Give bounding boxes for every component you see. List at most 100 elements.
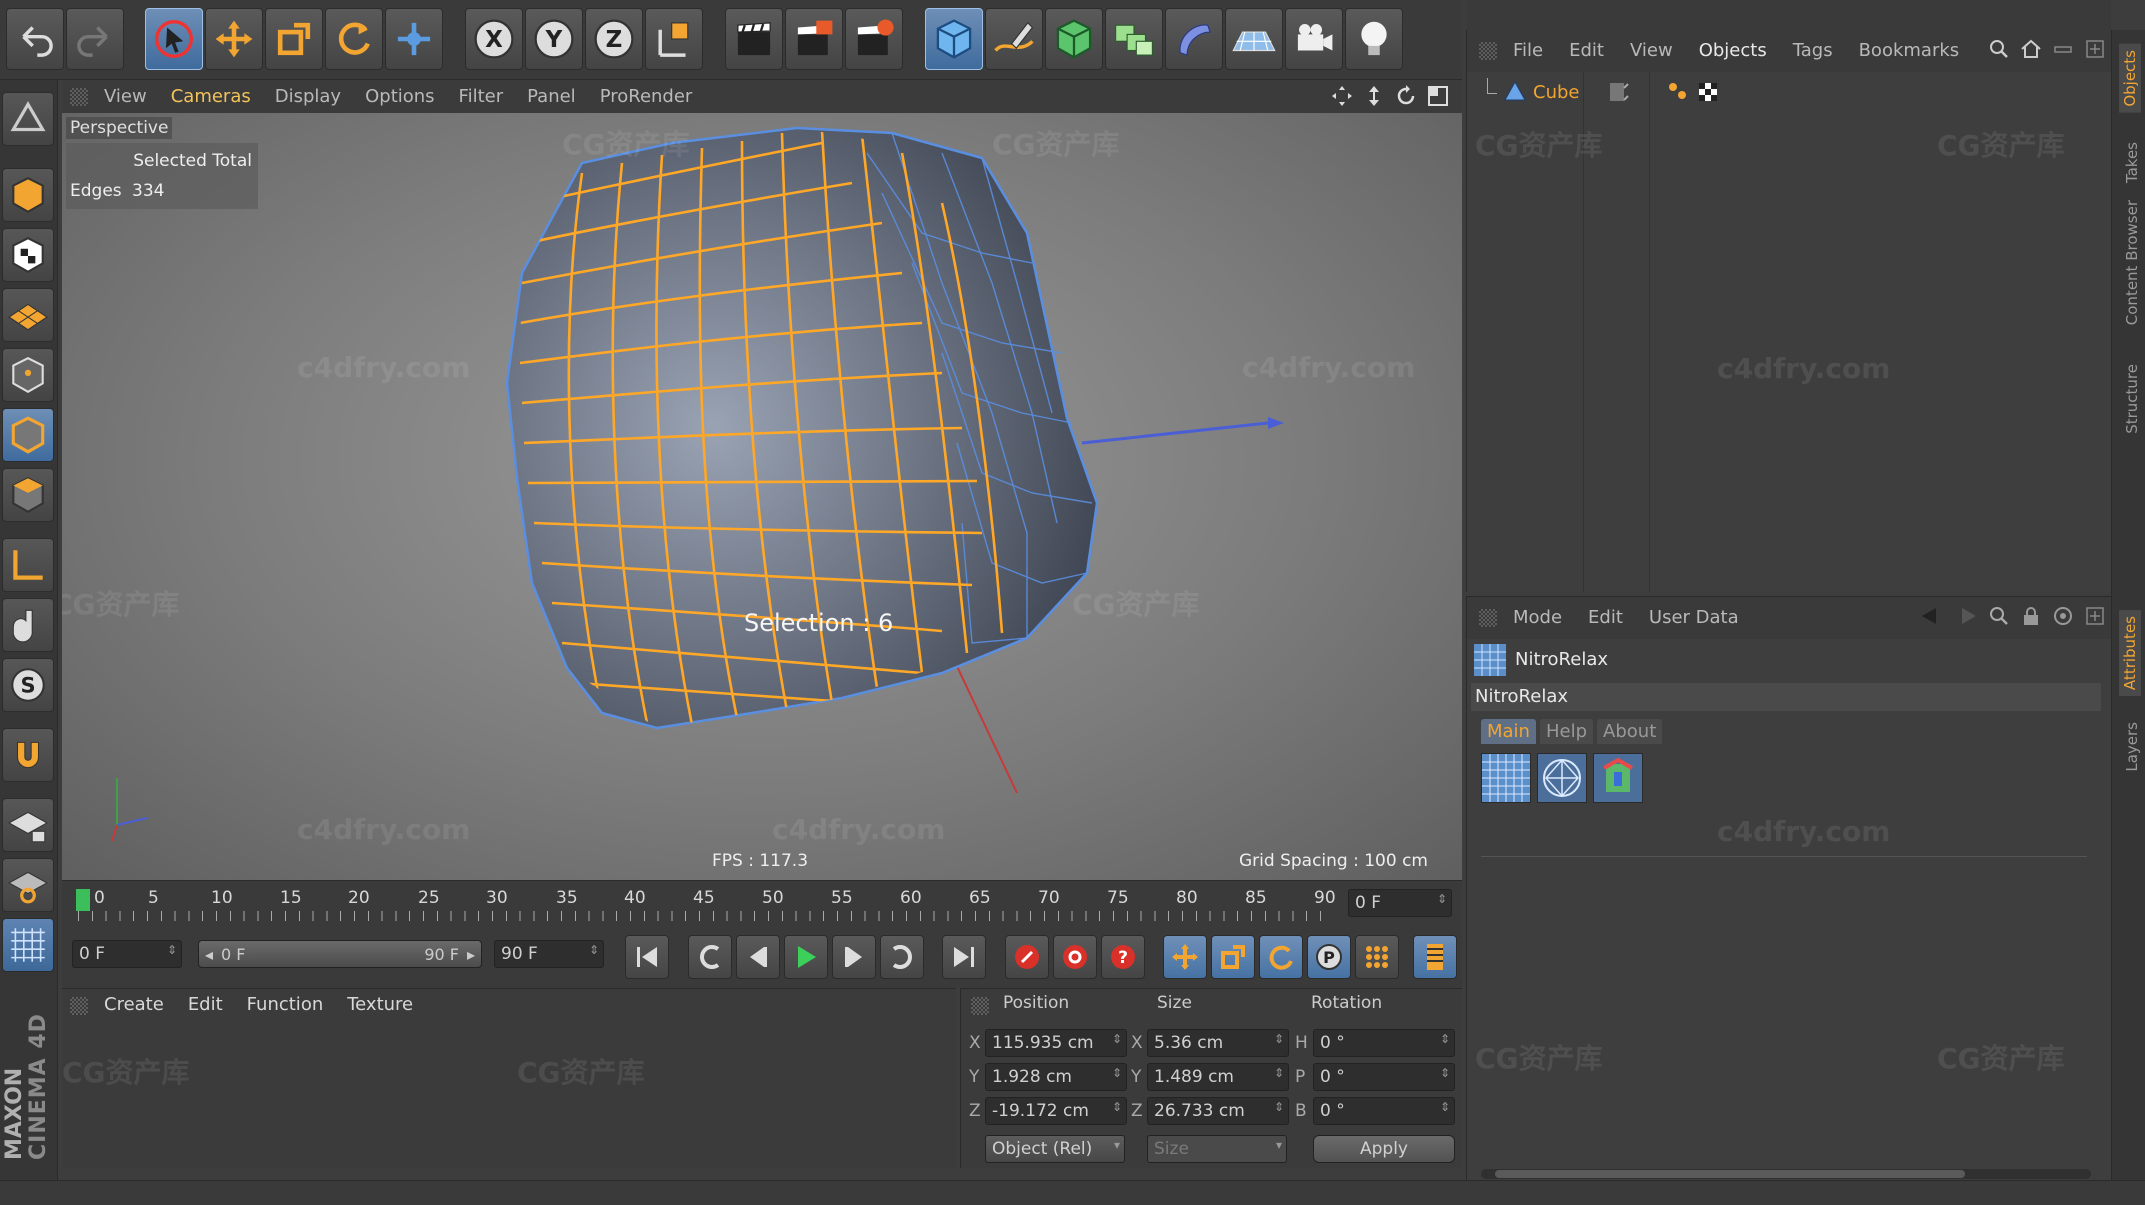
material-menu-create[interactable]: Create [104,994,164,1015]
viewport-menu-filter[interactable]: Filter [459,86,504,107]
workplane-mode-button[interactable] [2,288,54,342]
snap-button[interactable] [2,728,54,782]
key-rotation-button[interactable] [1259,935,1303,979]
record-keys-button[interactable] [1005,935,1049,979]
camera-button[interactable] [1285,8,1343,70]
viewport-menu-options[interactable]: Options [365,86,434,107]
go-to-end-button[interactable] [942,935,986,979]
viewport-canvas[interactable]: Perspective Selected Total Edges 334 Sel… [62,113,1462,880]
points-mode-button[interactable] [2,348,54,402]
pan-icon[interactable] [1330,84,1354,108]
subdivision-surface-button[interactable] [1045,8,1103,70]
objects-menu-tags[interactable]: Tags [1793,40,1833,61]
material-menu-edit[interactable]: Edit [188,994,223,1015]
mesh-object[interactable] [505,126,1099,730]
viewport-menu-panel[interactable]: Panel [527,86,576,107]
uv-grid-button[interactable] [2,918,54,972]
apply-button[interactable]: Apply [1313,1135,1455,1163]
objects-menu-objects[interactable]: Objects [1699,40,1767,61]
expand-panel-icon[interactable] [2084,605,2106,627]
scale-tool-button[interactable] [265,8,323,70]
material-menu-texture[interactable]: Texture [347,994,413,1015]
new-window-icon[interactable] [2052,605,2074,627]
viewport-menu-cameras[interactable]: Cameras [171,86,251,107]
next-keyframe-button[interactable] [880,935,924,979]
object-name[interactable]: Cube [1533,82,1579,103]
dolly-icon[interactable] [1362,84,1386,108]
objects-menu-edit[interactable]: Edit [1569,40,1604,61]
axis-mode-button[interactable] [2,538,54,592]
next-frame-button[interactable] [832,935,876,979]
render-to-picture-viewer-button[interactable] [785,8,843,70]
size-x-field[interactable]: 5.36 cm ⇕ [1147,1029,1289,1057]
relax-uv-button[interactable] [1593,753,1643,803]
deformer-button[interactable] [1165,8,1223,70]
redo-button[interactable] [66,8,124,70]
material-menu-function[interactable]: Function [247,994,324,1015]
move-tool-button[interactable] [205,8,263,70]
lock-icon[interactable] [2020,605,2042,627]
cube-primitive-button[interactable] [925,8,983,70]
current-frame-field[interactable]: 0 F ⇕ [1348,889,1452,917]
edges-mode-button[interactable] [2,408,54,462]
previous-frame-button[interactable] [736,935,780,979]
relax-sphere-button[interactable] [1537,753,1587,803]
attributes-menu-user-data[interactable]: User Data [1649,607,1739,628]
tab-help[interactable]: Help [1539,719,1594,744]
previous-keyframe-button[interactable] [688,935,732,979]
back-arrow-icon[interactable] [1920,605,1944,627]
z-axis-lock-button[interactable]: Z [585,8,643,70]
search-icon[interactable] [1988,38,2010,60]
attributes-menu-mode[interactable]: Mode [1513,607,1562,628]
planar-workplane-button[interactable] [2,858,54,912]
model-mode-button[interactable] [2,168,54,222]
attributes-menu-edit[interactable]: Edit [1588,607,1623,628]
side-tab-layers[interactable]: Layers [2123,722,2141,772]
pos-x-field[interactable]: 115.935 cm ⇕ [985,1029,1127,1057]
size-mode-select[interactable]: Size ▾ [1147,1135,1287,1163]
timeline-window-button[interactable] [1413,935,1457,979]
side-tab-objects[interactable]: Objects [2119,44,2141,113]
objects-menu-view[interactable]: View [1630,40,1673,61]
key-pla-button[interactable] [1355,935,1399,979]
light-button[interactable] [1345,8,1403,70]
pos-z-field[interactable]: -19.172 cm ⇕ [985,1097,1127,1125]
side-tab-content-browser[interactable]: Content Browser [2123,200,2141,325]
render-settings-button[interactable] [845,8,903,70]
viewport-menu-prorender[interactable]: ProRender [600,86,693,107]
orbit-icon[interactable] [1394,84,1418,108]
z-axis-handle[interactable] [1081,421,1269,445]
lock-workplane-button[interactable] [2,798,54,852]
expand-panel-icon[interactable] [2084,38,2106,60]
rot-p-field[interactable]: 0 ° ⇕ [1313,1063,1455,1091]
texture-tag-icon[interactable] [1697,81,1719,103]
size-y-field[interactable]: 1.489 cm ⇕ [1147,1063,1289,1091]
frame-range-slider[interactable]: ◂ 0 F 90 F ▸ [198,940,482,968]
spline-pen-button[interactable] [985,8,1043,70]
undo-button[interactable] [6,8,64,70]
transform-tool-button[interactable] [385,8,443,70]
side-tab-attributes[interactable]: Attributes [2119,610,2141,697]
rotate-tool-button[interactable] [325,8,383,70]
objects-menu-file[interactable]: File [1513,40,1543,61]
coordinate-system-button[interactable] [645,8,703,70]
end-frame-field[interactable]: 90 F ⇕ [494,940,604,968]
point-selection-tag-icon[interactable] [1667,81,1689,103]
solo-mode-button[interactable]: S [2,658,54,712]
tweak-mode-button[interactable] [2,598,54,652]
floor-button[interactable] [1225,8,1283,70]
start-frame-field[interactable]: 0 F ⇕ [72,940,182,968]
side-tab-takes[interactable]: Takes [2123,142,2141,183]
viewport-menu-display[interactable]: Display [275,86,341,107]
minimize-icon[interactable] [2052,38,2074,60]
layer-visibility-icon[interactable] [1607,80,1631,104]
x-axis-lock-button[interactable]: X [465,8,523,70]
maximize-view-icon[interactable] [1426,84,1450,108]
array-generator-button[interactable] [1105,8,1163,70]
autokeying-button[interactable] [1053,935,1097,979]
side-tab-structure[interactable]: Structure [2123,364,2141,434]
play-button[interactable] [784,935,828,979]
search-icon[interactable] [1988,605,2010,627]
rot-b-field[interactable]: 0 ° ⇕ [1313,1097,1455,1125]
range-right-arrow-icon[interactable]: ▸ [467,945,475,964]
